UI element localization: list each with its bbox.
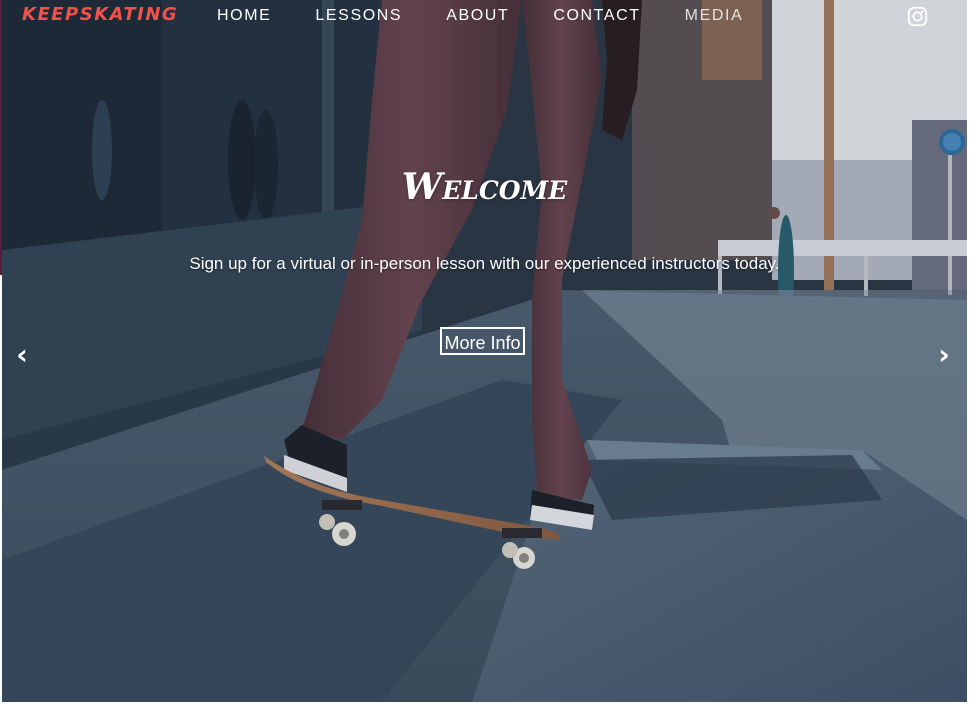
page: KEEPSKATING HOME LESSONS ABOUT CONTACT M…	[0, 0, 969, 704]
carousel-next-arrow-icon[interactable]: ›	[932, 338, 956, 372]
nav-links: HOME LESSONS ABOUT CONTACT MEDIA	[217, 7, 787, 25]
nav-item-contact[interactable]: CONTACT	[553, 7, 640, 25]
more-info-button[interactable]: More Info	[440, 327, 525, 355]
nav-item-media[interactable]: MEDIA	[685, 7, 744, 25]
nav-item-lessons[interactable]: LESSONS	[315, 7, 402, 25]
hero-heading: Welcome	[401, 166, 568, 208]
nav-item-home[interactable]: HOME	[217, 7, 271, 25]
hero-subtitle: Sign up for a virtual or in-person lesso…	[189, 254, 780, 273]
top-navbar: KEEPSKATING HOME LESSONS ABOUT CONTACT M…	[0, 0, 969, 34]
carousel-prev-arrow-icon[interactable]: ‹	[10, 338, 34, 372]
nav-item-about[interactable]: ABOUT	[446, 7, 509, 25]
instagram-icon[interactable]	[907, 6, 928, 27]
brand-logo[interactable]: KEEPSKATING	[22, 4, 178, 25]
